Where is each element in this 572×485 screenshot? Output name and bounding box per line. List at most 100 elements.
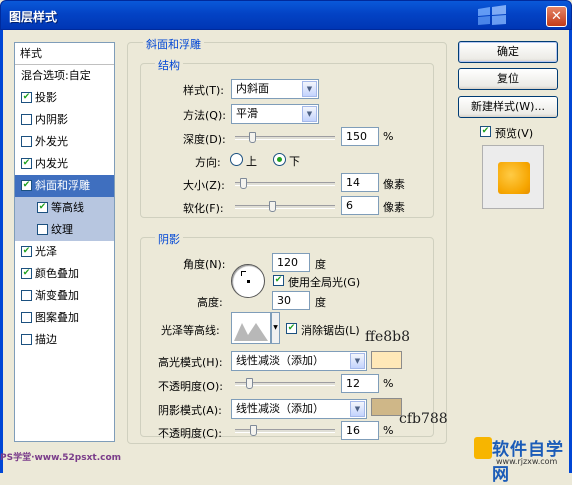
checkbox[interactable] <box>21 135 32 147</box>
altitude-input[interactable]: 30 <box>272 291 310 310</box>
direction-down-label[interactable]: 下 <box>289 153 300 169</box>
checkbox[interactable]: ✔ <box>21 245 32 257</box>
style-item-contour[interactable]: ✔ 等高线 <box>15 197 114 219</box>
style-item-gradient-overlay[interactable]: 渐变叠加 <box>15 285 114 307</box>
size-unit: 像素 <box>383 178 405 191</box>
shadow-opacity-label: 不透明度(C): <box>158 427 222 440</box>
checkbox[interactable] <box>21 113 32 125</box>
highlight-opacity-thumb[interactable] <box>246 378 253 389</box>
chevron-down-icon[interactable]: ▼ <box>302 106 317 122</box>
shadow-color-annotation: cfb788 <box>399 411 448 427</box>
shadow-opacity-thumb[interactable] <box>250 425 257 436</box>
windows-logo-icon <box>478 5 506 25</box>
item-label: 斜面和浮雕 <box>35 179 90 192</box>
highlight-mode-select[interactable]: 线性减淡（添加） ▼ <box>231 351 367 371</box>
size-slider[interactable] <box>235 178 335 189</box>
style-item-outer-glow[interactable]: 外发光 <box>15 131 114 153</box>
chevron-down-icon[interactable]: ▼ <box>350 401 365 417</box>
style-item-stroke[interactable]: 描边 <box>15 329 114 351</box>
item-label: 光泽 <box>35 245 57 258</box>
checkbox[interactable] <box>21 311 32 323</box>
angle-label: 角度(N): <box>183 258 226 271</box>
altitude-unit: 度 <box>315 296 326 309</box>
global-light-checkbox[interactable]: ✔ <box>273 275 284 286</box>
watermark-right-url: www.rjzxw.com <box>496 457 558 466</box>
close-button[interactable]: ✕ <box>546 6 567 27</box>
watermark-right: 软件自学网 www.rjzxw.com <box>474 435 572 485</box>
style-item-bevel-emboss[interactable]: ✔ 斜面和浮雕 <box>15 175 114 197</box>
blend-options-item[interactable]: 混合选项:自定 <box>15 65 114 87</box>
direction-down-radio[interactable] <box>273 153 286 166</box>
soften-unit: 像素 <box>383 201 405 214</box>
angle-input[interactable]: 120 <box>272 253 310 272</box>
direction-up-label[interactable]: 上 <box>246 153 257 169</box>
global-light-label[interactable]: 使用全局光(G) <box>288 274 360 290</box>
style-select[interactable]: 内斜面 ▼ <box>231 79 319 99</box>
highlight-color-annotation: ffe8b8 <box>365 329 411 345</box>
highlight-color-swatch[interactable] <box>371 351 402 369</box>
reset-button[interactable]: 复位 <box>458 68 558 90</box>
gloss-contour-picker[interactable] <box>231 312 271 344</box>
style-label: 样式(T): <box>183 84 225 97</box>
depth-label: 深度(D): <box>183 133 226 146</box>
checkbox[interactable]: ✔ <box>21 91 32 103</box>
checkbox[interactable]: ✔ <box>21 157 32 169</box>
depth-slider-thumb[interactable] <box>249 132 256 143</box>
new-style-button[interactable]: 新建样式(W)... <box>458 96 558 118</box>
shadow-mode-select[interactable]: 线性减淡（添加） ▼ <box>231 399 367 419</box>
checkbox[interactable]: ✔ <box>21 267 32 279</box>
checkbox[interactable]: ✔ <box>21 179 32 191</box>
highlight-mode-label: 高光模式(H): <box>158 356 223 369</box>
item-label: 内发光 <box>35 157 68 170</box>
item-label: 图案叠加 <box>35 311 79 324</box>
preview-checkbox[interactable]: ✔ <box>480 126 491 137</box>
style-item-inner-shadow[interactable]: 内阴影 <box>15 109 114 131</box>
window-title: 图层样式 <box>9 10 58 24</box>
item-label: 渐变叠加 <box>35 289 79 302</box>
highlight-opacity-slider[interactable] <box>235 378 335 389</box>
checkbox[interactable]: ✔ <box>37 201 48 213</box>
style-item-drop-shadow[interactable]: ✔ 投影 <box>15 87 114 109</box>
depth-input[interactable]: 150 <box>341 127 379 146</box>
highlight-opacity-input[interactable]: 12 <box>341 374 379 393</box>
bevel-emboss-title: 斜面和浮雕 <box>143 36 204 52</box>
structure-title: 结构 <box>155 57 183 73</box>
checkbox[interactable] <box>37 223 48 235</box>
item-label: 内阴影 <box>35 113 68 126</box>
angle-dial[interactable] <box>231 264 265 298</box>
soften-slider[interactable] <box>235 201 335 212</box>
anti-alias-checkbox[interactable]: ✔ <box>286 323 297 334</box>
anti-alias-label[interactable]: 消除锯齿(L) <box>301 322 360 338</box>
style-item-texture[interactable]: 纹理 <box>15 219 114 241</box>
size-input[interactable]: 14 <box>341 173 379 192</box>
shadow-color-swatch[interactable] <box>371 398 402 416</box>
technique-select[interactable]: 平滑 ▼ <box>231 104 319 124</box>
shadow-opacity-input[interactable]: 16 <box>341 421 379 440</box>
size-slider-thumb[interactable] <box>240 178 247 189</box>
depth-unit: % <box>383 130 394 143</box>
shadow-opacity-slider[interactable] <box>235 425 335 436</box>
chevron-down-icon[interactable]: ▼ <box>350 353 365 369</box>
style-item-inner-glow[interactable]: ✔ 内发光 <box>15 153 114 175</box>
checkbox[interactable] <box>21 289 32 301</box>
gloss-contour-dropdown[interactable]: ▼ <box>271 312 280 344</box>
item-label: 外发光 <box>35 135 68 148</box>
style-item-pattern-overlay[interactable]: 图案叠加 <box>15 307 114 329</box>
styles-header[interactable]: 样式 <box>15 43 114 65</box>
soften-input[interactable]: 6 <box>341 196 379 215</box>
depth-slider[interactable] <box>235 132 335 143</box>
style-item-satin[interactable]: ✔ 光泽 <box>15 241 114 263</box>
chevron-down-icon[interactable]: ▼ <box>302 81 317 97</box>
direction-up-radio[interactable] <box>230 153 243 166</box>
angle-unit: 度 <box>315 258 326 271</box>
item-label: 纹理 <box>51 223 73 236</box>
ok-button[interactable]: 确定 <box>458 41 558 63</box>
preview-label[interactable]: 预览(V) <box>495 125 533 141</box>
site-logo-icon <box>474 437 492 459</box>
checkbox[interactable] <box>21 333 32 345</box>
contour-preview-icon <box>234 323 268 341</box>
soften-slider-thumb[interactable] <box>269 201 276 212</box>
item-label: 颜色叠加 <box>35 267 79 280</box>
style-item-color-overlay[interactable]: ✔ 颜色叠加 <box>15 263 114 285</box>
altitude-label: 高度: <box>197 296 223 309</box>
